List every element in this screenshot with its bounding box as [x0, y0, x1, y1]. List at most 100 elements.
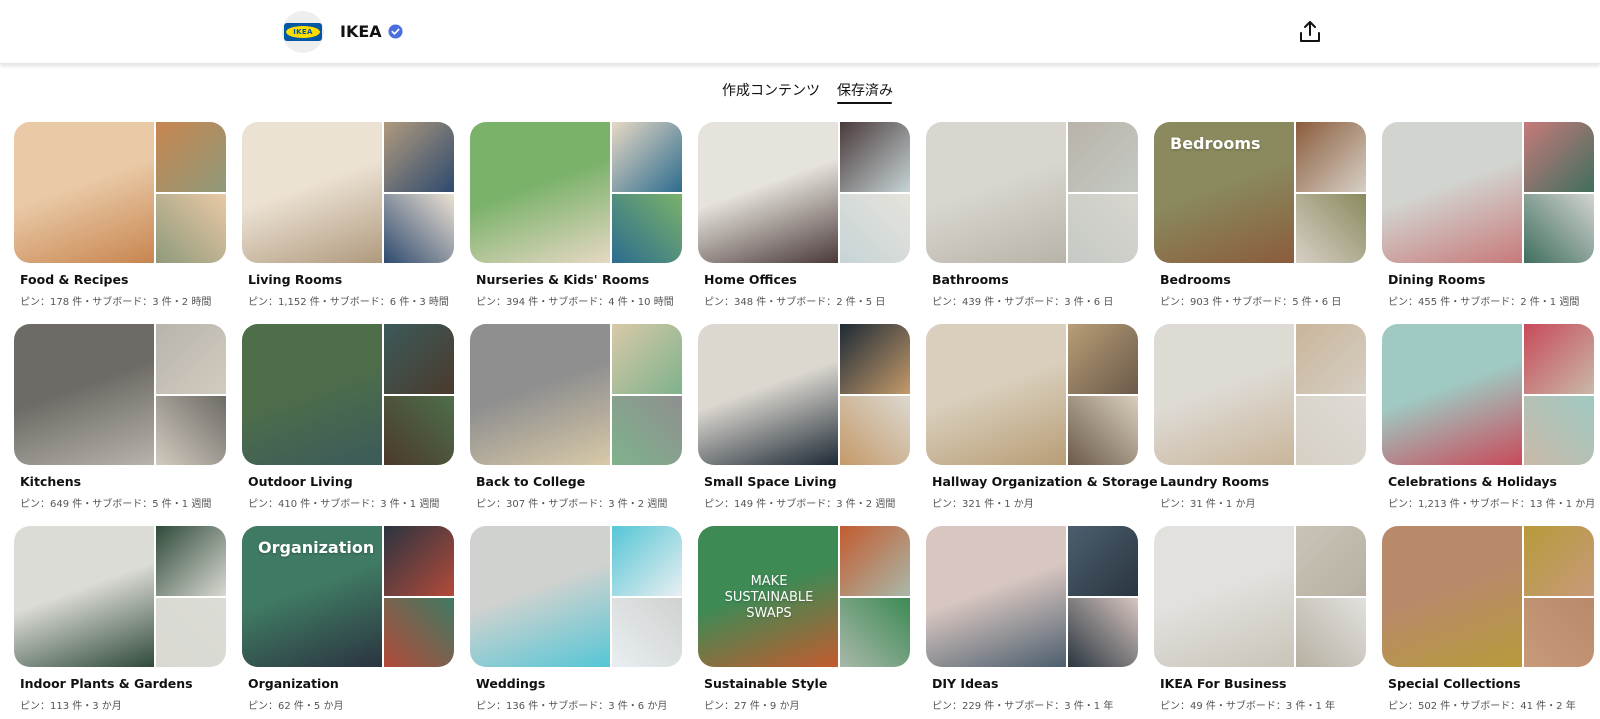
board-cover[interactable]	[470, 526, 682, 667]
board-cover[interactable]	[698, 122, 910, 263]
board-cover-thumb	[1524, 597, 1594, 667]
board-cover-main-image	[926, 324, 1066, 465]
board-cover[interactable]	[1382, 526, 1594, 667]
board-card[interactable]: Kitchens ピン：649 件・サブボード：5 件・1 週間	[14, 324, 226, 526]
board-card[interactable]: Bedrooms Bedrooms ピン：903 件・サブボード：5 件・6 日	[1154, 122, 1366, 324]
board-card[interactable]: Outdoor Living ピン：410 件・サブボード：3 件・1 週間	[242, 324, 454, 526]
board-cover-thumb	[384, 193, 454, 263]
board-cover[interactable]	[470, 324, 682, 465]
board-cover[interactable]	[14, 122, 226, 263]
board-cover[interactable]	[1382, 122, 1594, 263]
board-cover-thumb	[840, 526, 910, 596]
board-meta: ピン：149 件・サブボード：3 件・2 週間	[704, 499, 896, 510]
board-title: Kitchens	[20, 474, 82, 489]
board-title: Hallway Organization & Storage	[932, 474, 1158, 489]
board-cover-main-image	[14, 324, 154, 465]
tab-saved[interactable]: 保存済み	[837, 80, 893, 100]
board-card[interactable]: Laundry Rooms ピン：31 件・1 か月	[1154, 324, 1366, 526]
board-cover[interactable]	[926, 526, 1138, 667]
board-cover-thumb	[1068, 526, 1138, 596]
share-upload-icon[interactable]	[1296, 18, 1324, 46]
board-title: Nurseries & Kids' Rooms	[476, 272, 650, 287]
profile-avatar[interactable]: IKEA	[282, 11, 324, 53]
board-cover-main-image	[1154, 324, 1294, 465]
board-meta: ピン：649 件・サブボード：5 件・1 週間	[20, 499, 212, 510]
board-card[interactable]: Bathrooms ピン：439 件・サブボード：3 件・6 日	[926, 122, 1138, 324]
board-cover-thumb	[1524, 122, 1594, 192]
board-cover[interactable]	[242, 122, 454, 263]
board-cover-text: MAKE SUSTAINABLE SWAPS	[724, 574, 814, 621]
board-card[interactable]: Dining Rooms ピン：455 件・サブボード：2 件・1 週間	[1382, 122, 1594, 324]
board-cover-main-image	[242, 324, 382, 465]
board-card[interactable]: Food & Recipes ピン：178 件・サブボード：3 件・2 時間	[14, 122, 226, 324]
board-cover-thumb	[612, 526, 682, 596]
board-cover[interactable]	[1382, 324, 1594, 465]
board-cover-thumb	[840, 122, 910, 192]
board-meta: ピン：27 件・9 か月	[704, 701, 800, 712]
board-cover-main-image	[1154, 526, 1294, 667]
board-card[interactable]: Small Space Living ピン：149 件・サブボード：3 件・2 週…	[698, 324, 910, 526]
board-cover-thumb	[1296, 597, 1366, 667]
board-card[interactable]: Weddings ピン：136 件・サブボード：3 件・6 か月	[470, 526, 682, 719]
board-card[interactable]: Organization Organization ピン：62 件・5 か月	[242, 526, 454, 719]
logo-text: IKEA	[293, 28, 313, 36]
board-cover-main-image	[926, 526, 1066, 667]
board-card[interactable]: DIY Ideas ピン：229 件・サブボード：3 件・1 年	[926, 526, 1138, 719]
board-cover-main-image	[1382, 122, 1522, 263]
board-cover[interactable]	[470, 122, 682, 263]
board-card[interactable]: Home Offices ピン：348 件・サブボード：2 件・5 日	[698, 122, 910, 324]
board-title: Food & Recipes	[20, 272, 129, 287]
board-cover[interactable]	[242, 324, 454, 465]
board-card[interactable]: IKEA For Business ピン：49 件・サブボード：3 件・1 年	[1154, 526, 1366, 719]
tab-created[interactable]: 作成コンテンツ	[722, 80, 820, 100]
board-cover-text: Organization	[258, 538, 375, 557]
board-meta: ピン：136 件・サブボード：3 件・6 か月	[476, 701, 668, 712]
board-cover-thumb	[1296, 193, 1366, 263]
board-cover[interactable]: Bedrooms	[1154, 122, 1366, 263]
board-cover[interactable]	[926, 122, 1138, 263]
board-cover-main-image: MAKE SUSTAINABLE SWAPS	[698, 526, 838, 667]
board-meta: ピン：62 件・5 か月	[248, 701, 344, 712]
board-cover-thumb	[156, 324, 226, 394]
board-title: IKEA For Business	[1160, 676, 1287, 691]
board-cover-main-image	[14, 526, 154, 667]
board-title: Sustainable Style	[704, 676, 828, 691]
board-title: Celebrations & Holidays	[1388, 474, 1557, 489]
board-cover-thumb	[384, 122, 454, 192]
board-card[interactable]: Celebrations & Holidays ピン：1,213 件・サブボード：…	[1382, 324, 1595, 526]
board-cover[interactable]: Organization	[242, 526, 454, 667]
board-cover-thumb	[1524, 526, 1594, 596]
board-cover-thumb	[156, 122, 226, 192]
board-title: Home Offices	[704, 272, 797, 287]
board-title: Small Space Living	[704, 474, 837, 489]
board-cover[interactable]	[14, 324, 226, 465]
profile-name[interactable]: IKEA	[340, 22, 382, 41]
board-card[interactable]: Hallway Organization & Storage ピン：321 件・1…	[926, 324, 1158, 526]
board-cover[interactable]: MAKE SUSTAINABLE SWAPS	[698, 526, 910, 667]
board-cover-thumb	[612, 395, 682, 465]
board-cover-thumb	[1524, 324, 1594, 394]
board-cover[interactable]	[1154, 324, 1366, 465]
board-cover-thumb	[1296, 122, 1366, 192]
board-cover-thumb	[1068, 193, 1138, 263]
board-cover-thumb	[1068, 395, 1138, 465]
board-meta: ピン：1,152 件・サブボード：6 件・3 時間	[248, 297, 449, 308]
board-title: Bedrooms	[1160, 272, 1231, 287]
board-card[interactable]: Nurseries & Kids' Rooms ピン：394 件・サブボード：4 …	[470, 122, 682, 324]
board-cover[interactable]	[1154, 526, 1366, 667]
board-title: Weddings	[476, 676, 546, 691]
board-cover[interactable]	[926, 324, 1138, 465]
board-meta: ピン：394 件・サブボード：4 件・10 時間	[476, 297, 674, 308]
board-title: DIY Ideas	[932, 676, 999, 691]
board-card[interactable]: Indoor Plants & Gardens ピン：113 件・3 か月	[14, 526, 226, 719]
board-cover[interactable]	[698, 324, 910, 465]
board-meta: ピン：348 件・サブボード：2 件・5 日	[704, 297, 886, 308]
board-card[interactable]: MAKE SUSTAINABLE SWAPS Sustainable Style ピ…	[698, 526, 910, 719]
board-title: Organization	[248, 676, 339, 691]
board-meta: ピン：410 件・サブボード：3 件・1 週間	[248, 499, 440, 510]
board-cover[interactable]	[14, 526, 226, 667]
board-card[interactable]: Living Rooms ピン：1,152 件・サブボード：6 件・3 時間	[242, 122, 454, 324]
board-card[interactable]: Back to College ピン：307 件・サブボード：3 件・2 週間	[470, 324, 682, 526]
board-cover-thumb	[384, 395, 454, 465]
board-card[interactable]: Special Collections ピン：502 件・サブボード：41 件・2…	[1382, 526, 1594, 719]
